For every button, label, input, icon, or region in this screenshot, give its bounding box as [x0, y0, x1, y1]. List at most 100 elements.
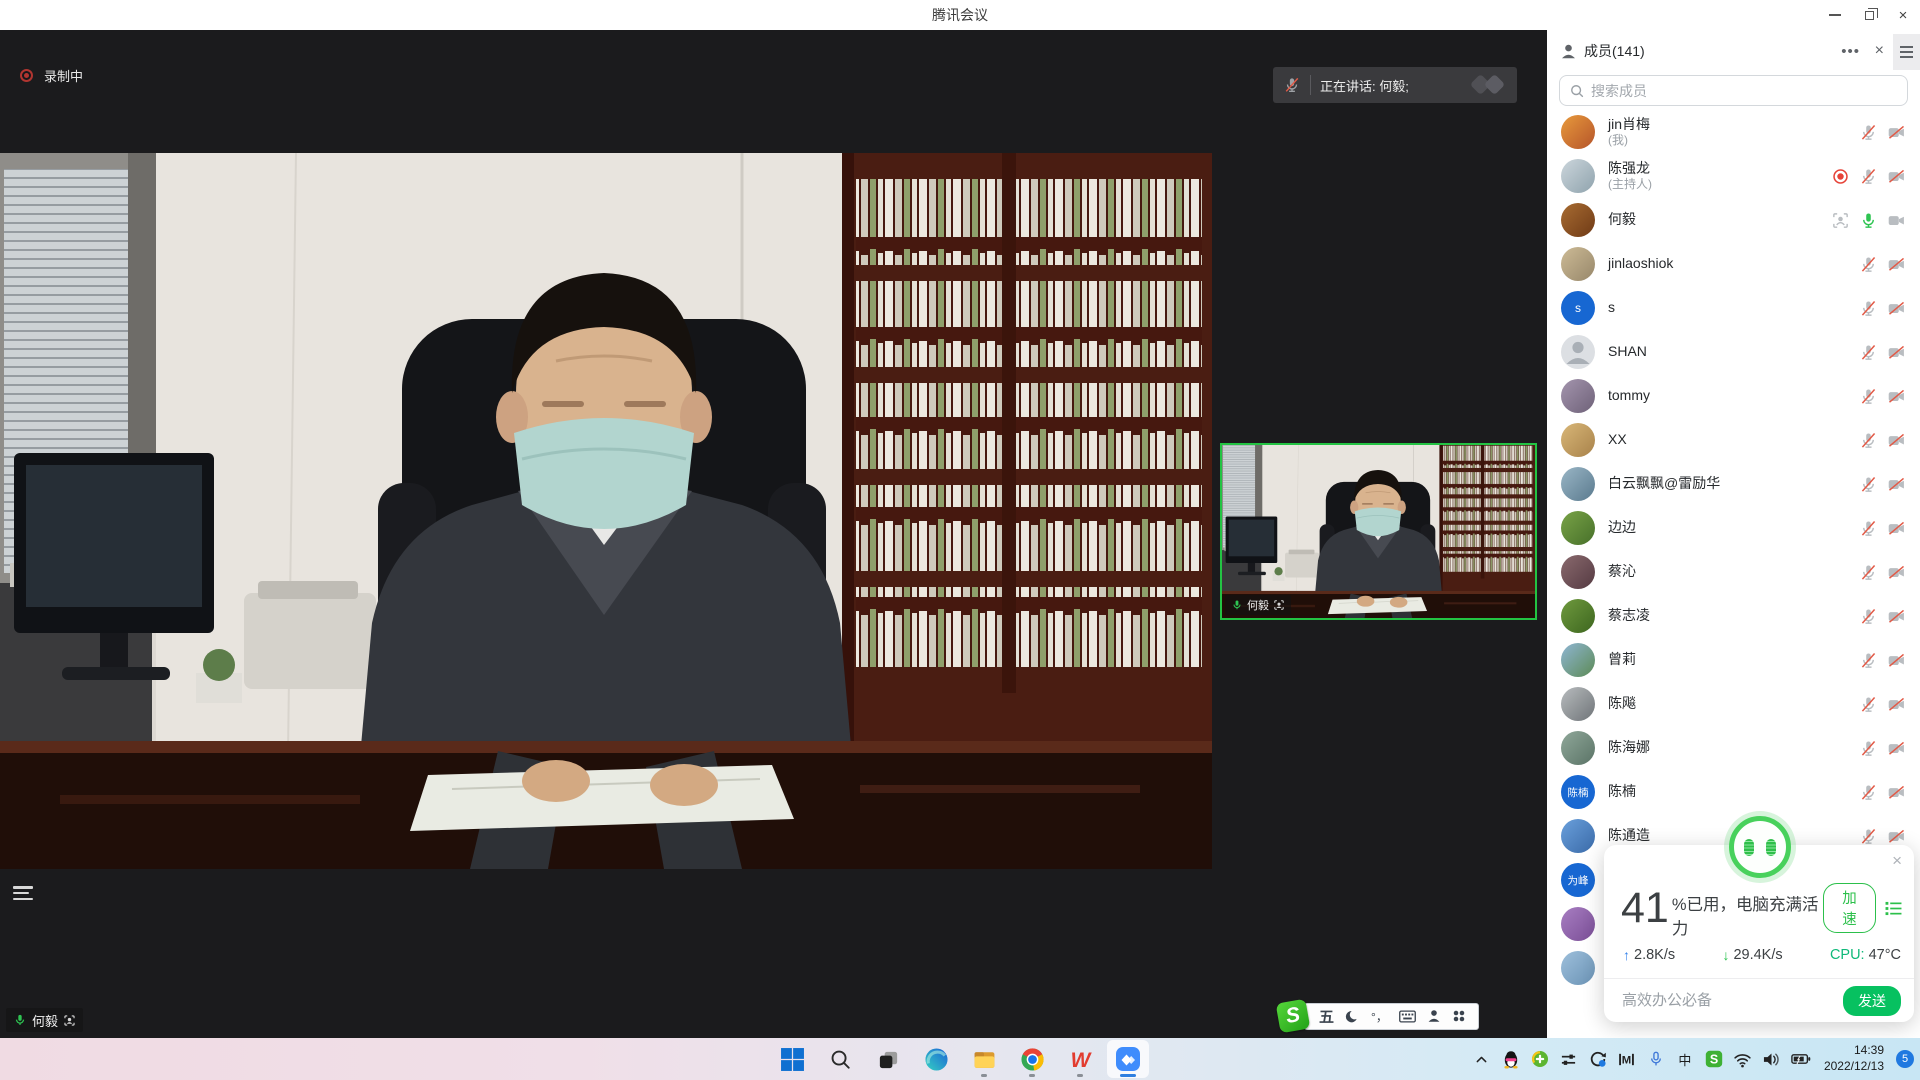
svg-text:M: M [1622, 1054, 1631, 1066]
panel-menu-icon[interactable] [1893, 34, 1920, 70]
member-row[interactable]: 陈楠 陈楠 [1547, 770, 1920, 814]
qq-icon[interactable] [1501, 1047, 1521, 1071]
panel-close-icon[interactable]: × [1875, 30, 1884, 72]
members-panel-title: 成员(141) [1584, 41, 1645, 61]
member-row[interactable]: 边边 [1547, 506, 1920, 550]
member-avatar [1561, 511, 1595, 545]
tencent-meeting-button[interactable] [1107, 1040, 1149, 1078]
wps-button[interactable]: W [1059, 1040, 1101, 1078]
member-row[interactable]: 陈飚 [1547, 682, 1920, 726]
member-avatar [1561, 379, 1595, 413]
sync-icon[interactable] [1588, 1047, 1608, 1071]
file-explorer-button[interactable] [963, 1040, 1005, 1078]
member-row[interactable]: jinlaoshiok [1547, 242, 1920, 286]
task-list-icon[interactable] [1885, 901, 1902, 916]
360-safe-icon[interactable] [1530, 1047, 1550, 1071]
camera-off-icon [1887, 739, 1906, 758]
main-video-feed[interactable] [0, 153, 1212, 869]
member-row[interactable]: s s [1547, 286, 1920, 330]
edge-button[interactable] [915, 1040, 957, 1078]
upload-speed: 2.8K/s [1634, 947, 1675, 963]
main-video-name-badge: 何毅 [6, 1008, 83, 1032]
camera-off-icon [1887, 651, 1906, 670]
mic-on-icon [13, 1013, 27, 1027]
memory-usage-caption: %已用，电脑充满活力 [1672, 891, 1823, 939]
recording-icon [1831, 167, 1850, 186]
member-status-icons [1859, 739, 1906, 758]
tray-expand-icon[interactable] [1472, 1047, 1492, 1071]
member-avatar: s [1561, 291, 1595, 325]
more-options-icon[interactable]: ••• [1841, 30, 1860, 72]
self-view-thumbnail[interactable]: 何毅 [1220, 443, 1537, 620]
member-avatar [1561, 247, 1595, 281]
mic-off-icon [1859, 607, 1878, 626]
member-status-icons [1859, 651, 1906, 670]
download-icon: ↓ [1722, 947, 1729, 963]
mic-off-icon [1859, 827, 1878, 846]
popup-close-icon[interactable]: × [1892, 851, 1902, 871]
portrait-icon [63, 1014, 76, 1027]
member-row[interactable]: 白云飘飘@雷励华 [1547, 462, 1920, 506]
member-row[interactable]: 陈海娜 [1547, 726, 1920, 770]
camera-off-icon [1887, 475, 1906, 494]
member-row[interactable]: jin肖梅 (我) [1547, 110, 1920, 154]
start-button[interactable] [771, 1040, 813, 1078]
member-row[interactable]: 何毅 [1547, 198, 1920, 242]
mic-muted-icon [1283, 76, 1301, 94]
sliders-icon[interactable] [1559, 1047, 1579, 1071]
ime-mode-toggle[interactable]: 五 [1319, 1006, 1334, 1027]
ime-punctuation-toggle[interactable]: °， [1371, 1008, 1388, 1025]
mic-off-icon [1859, 299, 1878, 318]
cpu-temperature: 47°C [1869, 947, 1901, 963]
default-avatar-icon [1561, 335, 1595, 369]
member-status-icons [1859, 387, 1906, 406]
assistant-search-input[interactable] [1622, 992, 1835, 1009]
ime-keyboard-icon[interactable] [1399, 1010, 1416, 1023]
member-name: tommy [1608, 387, 1650, 405]
search-button[interactable] [819, 1040, 861, 1078]
camera-off-icon [1887, 343, 1906, 362]
sogou-icon[interactable]: S [1704, 1047, 1724, 1071]
send-button[interactable]: 发送 [1843, 986, 1901, 1016]
restore-button[interactable] [1852, 0, 1886, 30]
members-icon [1560, 43, 1577, 60]
member-row[interactable]: 蔡志凌 [1547, 594, 1920, 638]
ime-moon-icon[interactable] [1345, 1009, 1360, 1024]
camera-off-icon [1887, 123, 1906, 142]
minimize-button[interactable] [1818, 0, 1852, 30]
member-row[interactable]: SHAN [1547, 330, 1920, 374]
member-status-icons [1859, 475, 1906, 494]
member-row[interactable]: XX [1547, 418, 1920, 462]
member-search-input[interactable] [1591, 83, 1897, 99]
notification-badge[interactable]: 5 [1896, 1050, 1914, 1068]
member-avatar [1561, 907, 1595, 941]
battery-icon[interactable] [1791, 1047, 1811, 1071]
wifi-icon[interactable] [1733, 1047, 1753, 1071]
ime-zh-icon[interactable]: 中 [1675, 1047, 1695, 1071]
imindmap-icon[interactable]: M [1617, 1047, 1637, 1071]
taskbar-apps: W [771, 1038, 1149, 1080]
microphone-icon[interactable] [1646, 1047, 1666, 1071]
task-view-button[interactable] [867, 1040, 909, 1078]
member-row[interactable]: 蔡沁 [1547, 550, 1920, 594]
member-status-icons [1859, 519, 1906, 538]
close-button[interactable]: × [1886, 0, 1920, 30]
taskbar-clock[interactable]: 14:39 2022/12/13 [1824, 1043, 1884, 1074]
member-status-icons [1859, 299, 1906, 318]
volume-icon[interactable] [1762, 1047, 1782, 1071]
member-name: 陈飚 [1608, 695, 1636, 713]
mic-off-icon [1859, 387, 1878, 406]
chrome-button[interactable] [1011, 1040, 1053, 1078]
file-explorer-icon [972, 1047, 997, 1072]
ime-user-icon[interactable] [1427, 1009, 1441, 1023]
mic-off-icon [1859, 651, 1878, 670]
member-row[interactable]: 曾莉 [1547, 638, 1920, 682]
layout-toggle-button[interactable] [12, 884, 34, 902]
sogou-logo-icon[interactable]: S [1276, 999, 1311, 1034]
accelerate-button[interactable]: 加速 [1823, 883, 1876, 933]
member-row[interactable]: tommy [1547, 374, 1920, 418]
assistant-smiley-icon[interactable] [1729, 816, 1791, 878]
taskbar: W M 中S 14:39 2022/12/13 5 [0, 1038, 1920, 1080]
ime-toolbox-icon[interactable] [1452, 1009, 1466, 1023]
member-row[interactable]: 陈强龙 (主持人) [1547, 154, 1920, 198]
